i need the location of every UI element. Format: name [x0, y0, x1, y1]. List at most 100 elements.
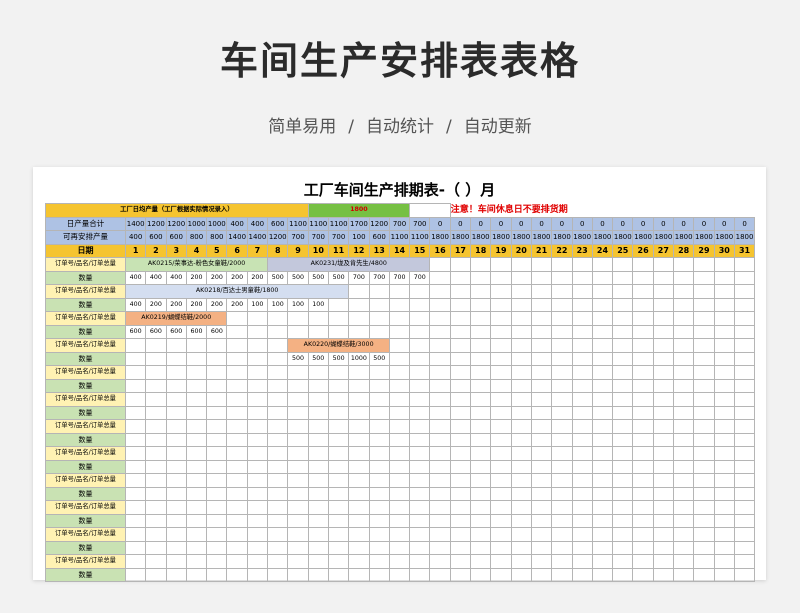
empty-cell[interactable]: [388, 567, 411, 582]
empty-cell[interactable]: [307, 554, 329, 569]
empty-cell[interactable]: [165, 459, 187, 474]
empty-cell[interactable]: [124, 378, 147, 393]
empty-cell[interactable]: [307, 527, 329, 542]
empty-cell[interactable]: [652, 473, 675, 488]
empty-cell[interactable]: [165, 500, 187, 515]
empty-cell[interactable]: [206, 486, 228, 501]
date-cell[interactable]: 2: [145, 243, 167, 258]
empty-cell[interactable]: [713, 392, 735, 407]
empty-cell[interactable]: [713, 567, 735, 582]
empty-cell[interactable]: [409, 297, 431, 312]
empty-cell[interactable]: [551, 378, 573, 393]
empty-cell[interactable]: [165, 338, 187, 353]
empty-cell[interactable]: [409, 365, 431, 380]
empty-cell[interactable]: [551, 257, 573, 272]
empty-cell[interactable]: [185, 459, 208, 474]
empty-cell[interactable]: [287, 446, 309, 461]
empty-cell[interactable]: [409, 311, 431, 326]
empty-cell[interactable]: [388, 500, 411, 515]
quantity-row-label[interactable]: 数量: [45, 405, 126, 420]
empty-cell[interactable]: [612, 567, 634, 582]
empty-cell[interactable]: [632, 378, 654, 393]
empty-cell[interactable]: [510, 432, 532, 447]
empty-cell[interactable]: [246, 324, 269, 339]
empty-cell[interactable]: [733, 270, 756, 285]
empty-cell[interactable]: [652, 554, 675, 569]
empty-cell[interactable]: [612, 351, 634, 366]
empty-cell[interactable]: [632, 405, 654, 420]
empty-cell[interactable]: [185, 405, 208, 420]
empty-cell[interactable]: [287, 567, 309, 582]
empty-cell[interactable]: [733, 378, 756, 393]
empty-cell[interactable]: [124, 554, 147, 569]
empty-cell[interactable]: [652, 486, 675, 501]
remaining-capacity-cell[interactable]: 1800: [530, 230, 553, 245]
empty-cell[interactable]: [429, 378, 451, 393]
empty-cell[interactable]: [632, 297, 654, 312]
remaining-capacity-cell[interactable]: 100: [348, 230, 370, 245]
empty-cell[interactable]: [307, 459, 329, 474]
date-cell[interactable]: 11: [327, 243, 350, 258]
empty-cell[interactable]: [733, 392, 756, 407]
empty-cell[interactable]: [591, 270, 614, 285]
empty-cell[interactable]: [470, 446, 492, 461]
empty-cell[interactable]: [368, 540, 390, 555]
daily-total-cell[interactable]: 0: [733, 216, 756, 231]
empty-cell[interactable]: [551, 270, 573, 285]
quantity-cell[interactable]: 200: [226, 270, 248, 285]
empty-cell[interactable]: [226, 446, 248, 461]
empty-cell[interactable]: [206, 378, 228, 393]
empty-cell[interactable]: [327, 459, 350, 474]
date-cell[interactable]: 8: [267, 243, 289, 258]
empty-cell[interactable]: [409, 284, 431, 299]
empty-cell[interactable]: [226, 473, 248, 488]
empty-cell[interactable]: [267, 540, 289, 555]
empty-cell[interactable]: [713, 527, 735, 542]
empty-cell[interactable]: [510, 324, 532, 339]
empty-cell[interactable]: [693, 486, 715, 501]
empty-cell[interactable]: [449, 527, 472, 542]
empty-cell[interactable]: [632, 324, 654, 339]
empty-cell[interactable]: [185, 567, 208, 582]
empty-cell[interactable]: [530, 527, 553, 542]
empty-cell[interactable]: [530, 284, 553, 299]
empty-cell[interactable]: [287, 324, 309, 339]
empty-cell[interactable]: [246, 405, 269, 420]
empty-cell[interactable]: [551, 392, 573, 407]
date-cell[interactable]: 22: [551, 243, 573, 258]
empty-cell[interactable]: [673, 486, 695, 501]
empty-cell[interactable]: [652, 567, 675, 582]
empty-cell[interactable]: [267, 419, 289, 434]
empty-cell[interactable]: [206, 513, 228, 528]
daily-capacity-label[interactable]: 工厂日均产量（工厂根据实际情况录入）: [45, 203, 309, 218]
empty-cell[interactable]: [449, 459, 472, 474]
empty-cell[interactable]: [348, 527, 370, 542]
empty-cell[interactable]: [327, 392, 350, 407]
empty-cell[interactable]: [348, 392, 370, 407]
quantity-cell[interactable]: 400: [124, 297, 147, 312]
empty-cell[interactable]: [368, 473, 390, 488]
empty-cell[interactable]: [226, 338, 248, 353]
empty-cell[interactable]: [409, 338, 431, 353]
empty-cell[interactable]: [530, 500, 553, 515]
empty-cell[interactable]: [510, 365, 532, 380]
empty-cell[interactable]: [713, 351, 735, 366]
empty-cell[interactable]: [530, 554, 553, 569]
empty-cell[interactable]: [429, 419, 451, 434]
empty-cell[interactable]: [449, 392, 472, 407]
daily-total-cell[interactable]: 0: [652, 216, 675, 231]
empty-cell[interactable]: [591, 473, 614, 488]
empty-cell[interactable]: [388, 554, 411, 569]
empty-cell[interactable]: [429, 527, 451, 542]
quantity-cell[interactable]: 200: [145, 297, 167, 312]
empty-cell[interactable]: [206, 432, 228, 447]
empty-cell[interactable]: [673, 270, 695, 285]
empty-cell[interactable]: [591, 378, 614, 393]
empty-cell[interactable]: [733, 486, 756, 501]
empty-cell[interactable]: [673, 500, 695, 515]
empty-cell[interactable]: [368, 365, 390, 380]
empty-cell[interactable]: [327, 365, 350, 380]
empty-cell[interactable]: [287, 513, 309, 528]
empty-cell[interactable]: [693, 554, 715, 569]
empty-cell[interactable]: [693, 324, 715, 339]
